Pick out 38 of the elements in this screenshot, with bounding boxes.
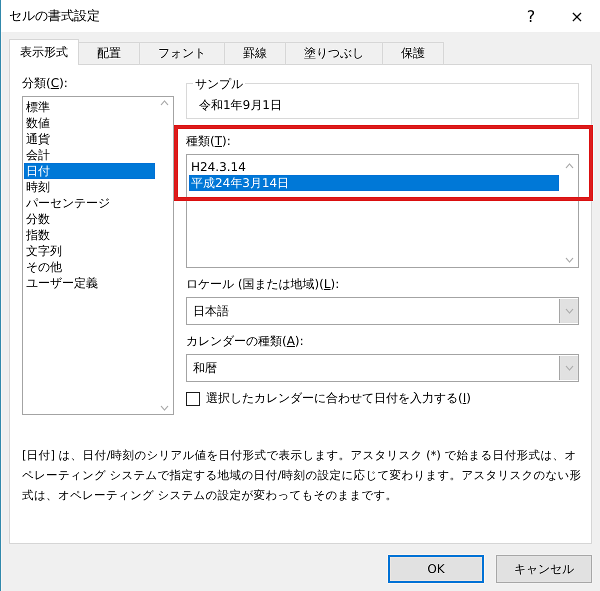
list-item[interactable]: 会計 [24, 147, 155, 163]
list-item[interactable]: パーセンテージ [24, 195, 155, 211]
calendar-label: カレンダーの種類(A): [186, 333, 305, 350]
type-label: 種類(T): [186, 133, 232, 150]
cancel-button[interactable]: キャンセル [496, 555, 592, 583]
close-button[interactable]: × [554, 0, 600, 32]
checkbox-label: 選択したカレンダーに合わせて日付を入力する(I) [206, 390, 471, 407]
description-text: [日付] は、日付/時刻のシリアル値を日付形式で表示します。アスタリスク (*) で始まる日付形式は、オペレーティング システムで指定する地域の日付/時刻の設定に応じて変わります。アスタリスクのない形式は、オペレーティング システムの設定が変わってもそのままです。 [22, 447, 582, 504]
tab[interactable]: 表示形式 [9, 39, 79, 65]
tab[interactable]: 保護 [382, 42, 444, 65]
scroll-up-icon[interactable] [565, 163, 574, 169]
list-item[interactable]: 日付 [24, 163, 155, 179]
list-item[interactable]: 文字列 [24, 243, 155, 259]
checkbox[interactable] [186, 392, 200, 406]
list-item[interactable]: 数値 [24, 115, 155, 131]
calendar-dropdown[interactable]: 和暦 [186, 354, 579, 382]
list-item[interactable]: ユーザー定義 [24, 275, 155, 291]
category-label: 分類(C): [22, 75, 69, 92]
list-item[interactable]: 指数 [24, 227, 155, 243]
locale-label: ロケール (国または地域)(L): [186, 276, 340, 293]
scroll-up-icon[interactable] [160, 100, 169, 106]
list-item[interactable]: 分数 [24, 211, 155, 227]
locale-dropdown[interactable]: 日本語 [186, 297, 579, 325]
list-item[interactable]: 平成24年3月14日 [189, 175, 559, 191]
scroll-down-icon[interactable] [160, 405, 169, 411]
list-item[interactable]: 通貨 [24, 131, 155, 147]
list-item[interactable]: 時刻 [24, 179, 155, 195]
scroll-down-icon[interactable] [564, 308, 574, 314]
scroll-down-icon[interactable] [564, 365, 574, 371]
scroll-down-icon[interactable] [565, 257, 574, 263]
ok-button[interactable]: OK [388, 555, 484, 583]
list-item[interactable]: 標準 [24, 99, 155, 115]
sample-label: サンプル [193, 76, 245, 93]
sample-value: 令和1年9月1日 [199, 98, 282, 112]
list-item[interactable]: その他 [24, 259, 155, 275]
window-title: セルの書式設定 [9, 8, 101, 25]
list-item[interactable]: H24.3.14 [189, 159, 559, 175]
help-button[interactable]: ? [508, 0, 554, 32]
